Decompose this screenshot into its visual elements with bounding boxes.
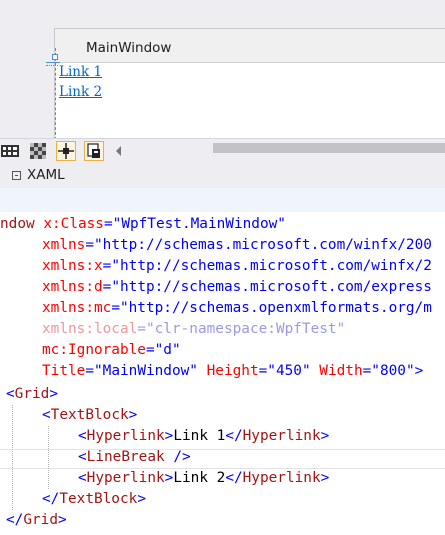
indent-guide xyxy=(48,426,49,489)
tab-xaml[interactable]: XAML xyxy=(12,162,65,188)
scroll-left-arrow-icon[interactable] xyxy=(116,146,121,156)
code-line-1: ndow x:Class="WpfTest.MainWindow" xyxy=(0,216,286,232)
current-line-highlight xyxy=(0,449,445,469)
editor-tabstrip: XAML xyxy=(0,162,445,188)
xaml-code-editor[interactable]: ndow x:Class="WpfTest.MainWindow" xmlns=… xyxy=(0,212,445,535)
artboard-icon-button[interactable] xyxy=(84,141,104,161)
code-line-6: xmlns:local="clr-namespace:WpfTest" xyxy=(42,321,346,337)
snap-icon-button[interactable] xyxy=(56,141,76,161)
horizontal-scrollbar-thumb[interactable] xyxy=(213,143,445,153)
designer-link-1[interactable]: Link 1 xyxy=(59,64,102,80)
code-line-5: xmlns:mc="http://schemas.openxmlformats.… xyxy=(42,300,432,316)
selection-guide-horizontal-dotted xyxy=(46,65,58,66)
navigation-bar xyxy=(0,188,445,213)
window-client-area[interactable] xyxy=(55,62,445,139)
code-line-linebreak: <LineBreak /> xyxy=(78,449,191,465)
code-line-textblock-open: <TextBlock> xyxy=(42,407,138,423)
code-line-grid-close: </Grid> xyxy=(6,512,67,528)
code-line-grid-open: <Grid> xyxy=(6,386,58,402)
code-line-textblock-close: </TextBlock> xyxy=(42,491,146,507)
code-line-8: Title="MainWindow" Height="450" Width="8… xyxy=(42,363,424,379)
code-line-2: xmlns="http://schemas.microsoft.com/winf… xyxy=(42,237,432,253)
code-line-hyperlink-2: <Hyperlink>Link 2</Hyperlink> xyxy=(78,470,330,486)
tab-xaml-label: XAML xyxy=(27,167,65,183)
checker-icon-button[interactable] xyxy=(28,141,48,161)
selection-guide-horizontal xyxy=(46,62,60,63)
grid-icon-button[interactable] xyxy=(0,141,20,161)
grid-icon xyxy=(1,145,19,157)
code-line-7: mc:Ignorable="d" xyxy=(42,342,181,358)
code-line-3: xmlns:x="http://schemas.microsoft.com/wi… xyxy=(42,258,432,274)
indent-guide xyxy=(12,405,13,510)
code-line-4: xmlns:d="http://schemas.microsoft.com/ex… xyxy=(42,279,432,295)
window-title: MainWindow xyxy=(86,40,172,56)
selection-handle[interactable] xyxy=(52,54,58,60)
designer-link-2[interactable]: Link 2 xyxy=(59,84,102,100)
snap-icon xyxy=(58,143,74,159)
checker-icon xyxy=(30,143,46,159)
collapse-icon[interactable] xyxy=(12,170,21,180)
artboard-icon xyxy=(87,143,100,158)
code-line-hyperlink-1: <Hyperlink>Link 1</Hyperlink> xyxy=(78,428,330,444)
